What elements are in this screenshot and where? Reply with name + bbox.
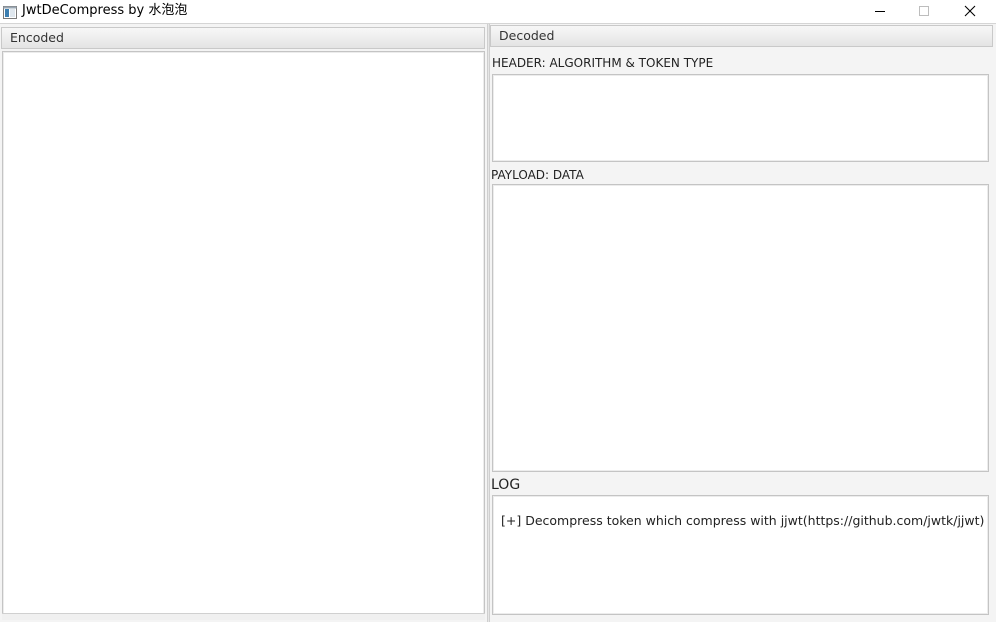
log-output[interactable]: [+] Decompress token which compress with… [492,495,989,615]
title-bar[interactable]: JwtDeCompress by 水泡泡 [0,0,996,23]
close-icon [964,5,976,17]
decoded-pane: Decoded HEADER: ALGORITHM & TOKEN TYPE P… [490,24,996,622]
encoded-horizontal-scrollbar[interactable] [2,613,485,620]
window-title: JwtDeCompress by 水泡泡 [22,3,188,18]
encoded-pane-title: Encoded [10,30,64,45]
split-pane: Encoded Decoded HEADER: ALGORITHM & TOKE… [0,23,996,622]
app-window: JwtDeCompress by 水泡泡 Encoded Decoded HEA… [0,0,996,622]
header-output[interactable] [492,74,989,162]
encoded-input[interactable] [2,51,485,620]
maximize-icon [918,5,930,17]
payload-section-label: PAYLOAD: DATA [491,168,584,182]
log-section-label: LOG [491,477,521,493]
minimize-icon [874,5,886,17]
close-button[interactable] [947,0,993,22]
app-window-icon [3,4,17,19]
decoded-pane-title: Decoded [499,28,555,43]
maximize-button[interactable] [901,0,947,22]
payload-output[interactable] [492,184,989,472]
decoded-pane-header[interactable]: Decoded [490,25,993,47]
log-line: [+] Decompress token which compress with… [501,513,985,528]
encoded-pane-header[interactable]: Encoded [1,27,485,49]
minimize-button[interactable] [857,0,903,22]
encoded-pane: Encoded [0,24,487,622]
header-section-label: HEADER: ALGORITHM & TOKEN TYPE [492,56,714,70]
